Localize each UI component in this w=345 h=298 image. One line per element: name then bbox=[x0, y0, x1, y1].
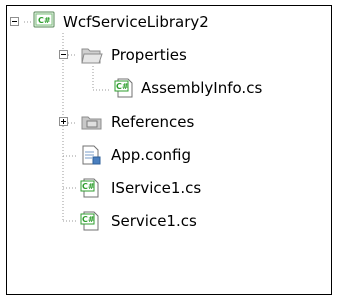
tree-node-service1[interactable]: C# Service1.cs bbox=[7, 211, 327, 231]
expand-icon[interactable] bbox=[59, 117, 68, 126]
tree-node-label: References bbox=[111, 113, 195, 131]
tree-node-app-config[interactable]: App.config bbox=[7, 145, 327, 165]
references-icon bbox=[80, 112, 102, 132]
csharp-file-icon: C# bbox=[114, 78, 136, 98]
csharp-file-icon: C# bbox=[80, 178, 102, 198]
tree-node-assemblyinfo[interactable]: C# AssemblyInfo.cs bbox=[7, 78, 327, 98]
svg-text:C#: C# bbox=[82, 215, 95, 224]
tree-node-label: Service1.cs bbox=[111, 212, 197, 230]
collapse-icon[interactable] bbox=[10, 17, 19, 26]
tree-node-label: AssemblyInfo.cs bbox=[141, 79, 263, 97]
tree-node-references[interactable]: References bbox=[7, 112, 327, 132]
collapse-icon[interactable] bbox=[59, 50, 68, 59]
config-file-icon bbox=[80, 145, 102, 165]
tree-node-label: App.config bbox=[111, 146, 191, 164]
svg-text:C#: C# bbox=[38, 16, 51, 25]
csharp-file-icon: C# bbox=[80, 211, 102, 231]
svg-text:C#: C# bbox=[116, 82, 129, 91]
solution-explorer-tree: C# WcfServiceLibrary2 Properties C# Asse… bbox=[6, 5, 332, 295]
tree-node-label: IService1.cs bbox=[111, 179, 202, 197]
csharp-project-icon: C# bbox=[33, 9, 55, 29]
tree-node-label: WcfServiceLibrary2 bbox=[63, 13, 209, 31]
tree-node-iservice1[interactable]: C# IService1.cs bbox=[7, 178, 327, 198]
tree-node-label: Properties bbox=[111, 46, 187, 64]
folder-open-icon bbox=[80, 45, 103, 65]
svg-text:C#: C# bbox=[82, 182, 95, 191]
tree-node-properties[interactable]: Properties bbox=[7, 45, 327, 65]
tree-node-wcfservicelibrary2[interactable]: C# WcfServiceLibrary2 bbox=[7, 9, 327, 32]
